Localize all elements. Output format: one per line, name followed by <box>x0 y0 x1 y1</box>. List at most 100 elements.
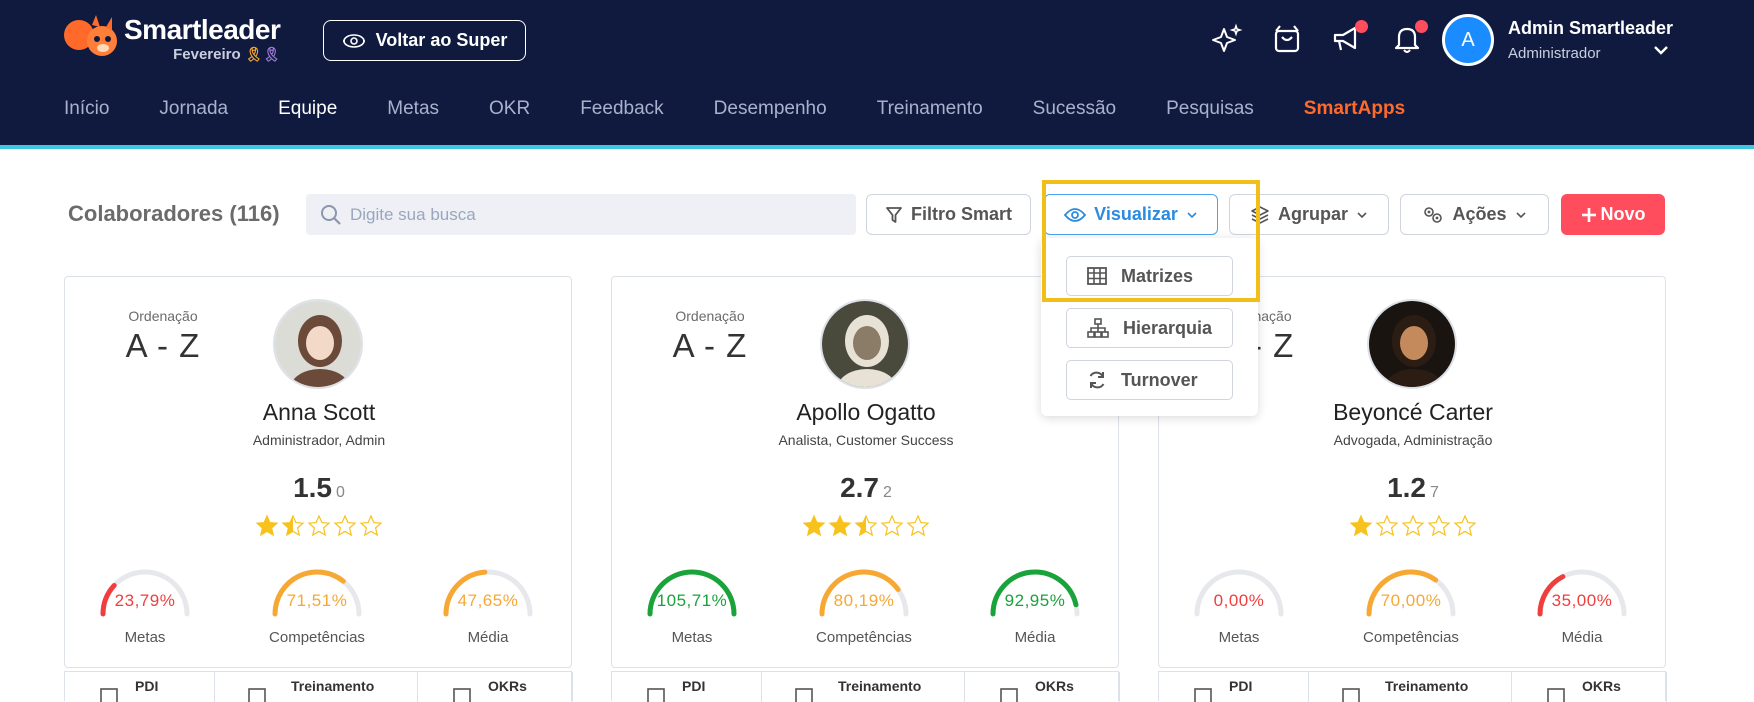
gears-icon <box>1424 206 1443 223</box>
check-square-icon <box>1194 688 1212 702</box>
eye-target-icon <box>342 33 365 48</box>
gauge-value: 23,79% <box>114 591 176 610</box>
sparkles-icon[interactable] <box>1210 22 1244 56</box>
megaphone-icon[interactable] <box>1330 20 1368 56</box>
footer-tab[interactable]: OKRs <box>1512 672 1667 702</box>
gauge-value: 47,65% <box>457 591 519 610</box>
graduation-cap-icon <box>795 688 813 702</box>
nav-treinamento[interactable]: Treinamento <box>877 98 983 120</box>
card-footer-tabs: PDI Treinamento OKRs <box>1158 671 1667 702</box>
footer-tab[interactable]: PDI <box>1159 672 1309 702</box>
star-icon <box>281 514 305 537</box>
nav-pesquisas[interactable]: Pesquisas <box>1166 98 1254 120</box>
gauge-label: Metas <box>124 629 166 646</box>
footer-tab[interactable]: Treinamento <box>1309 672 1512 702</box>
star-icon <box>1453 514 1477 537</box>
menu-item-turnover[interactable]: Turnover <box>1066 360 1233 400</box>
footer-tab-label: PDI <box>135 678 159 694</box>
rating-count: 0 <box>336 484 345 501</box>
chevron-down-icon[interactable] <box>1652 44 1670 56</box>
menu-item-label: Turnover <box>1121 369 1198 390</box>
star-icon <box>1427 514 1451 537</box>
nav-feedback[interactable]: Feedback <box>580 98 663 120</box>
sort-value[interactable]: A - Z <box>670 327 750 365</box>
back-to-super-label: Voltar ao Super <box>375 30 508 50</box>
footer-tab[interactable]: Treinamento <box>215 672 418 702</box>
star-icon <box>880 514 904 537</box>
search-box[interactable] <box>306 194 856 235</box>
collaborator-role: Analista, Customer Success <box>778 432 954 448</box>
nav-smartapps[interactable]: SmartApps <box>1304 98 1405 120</box>
nav-sucessao[interactable]: Sucessão <box>1033 98 1116 120</box>
new-button[interactable]: Novo <box>1561 194 1665 235</box>
actions-button[interactable]: Ações <box>1400 194 1549 235</box>
highlight-box <box>1042 180 1260 302</box>
nav-metas[interactable]: Metas <box>387 98 439 120</box>
group-label: Agrupar <box>1277 204 1348 224</box>
nav-desempenho[interactable]: Desempenho <box>714 98 827 120</box>
gauge-label: Média <box>1561 629 1603 646</box>
footer-tab-label: OKRs <box>1582 678 1621 694</box>
shopping-bag-icon[interactable] <box>1270 22 1304 56</box>
triangle-icon <box>453 688 471 702</box>
avatar[interactable] <box>820 299 910 389</box>
avatar[interactable] <box>273 299 363 389</box>
notification-dot <box>1355 20 1368 33</box>
smart-filter-button[interactable]: Filtro Smart <box>866 194 1031 235</box>
main-nav: Início Jornada Equipe Metas OKR Feedback… <box>64 98 1455 120</box>
back-to-super-button[interactable]: Voltar ao Super <box>323 20 526 61</box>
nav-inicio[interactable]: Início <box>64 98 109 120</box>
sort-label: Ordenação <box>128 308 198 324</box>
footer-tab-label: PDI <box>1229 678 1253 694</box>
brand-name: Smartleader <box>124 14 281 45</box>
gauge-value: 0,00% <box>1213 591 1265 610</box>
star-rating <box>612 511 1120 540</box>
gauge-label: Média <box>467 629 509 646</box>
chevron-down-icon <box>1357 211 1367 218</box>
gauge-value: 35,00% <box>1551 591 1613 610</box>
footer-tab[interactable]: Treinamento <box>762 672 965 702</box>
footer-tab[interactable]: OKRs <box>965 672 1120 702</box>
search-icon <box>321 204 341 225</box>
gauge-label: Competências <box>1363 629 1459 646</box>
new-label: Novo <box>1600 204 1646 224</box>
star-icon <box>1375 514 1399 537</box>
collaborator-name[interactable]: Anna Scott <box>65 399 573 426</box>
star-icon <box>854 514 878 537</box>
card-footer-tabs: PDI Treinamento OKRs <box>611 671 1120 702</box>
nav-okr[interactable]: OKR <box>489 98 530 120</box>
collaborator-role: Administrador, Admin <box>252 432 386 448</box>
nav-jornada[interactable]: Jornada <box>159 98 228 120</box>
graduation-cap-icon <box>1342 688 1360 702</box>
gauge-value: 80,19% <box>833 591 895 610</box>
star-rating <box>65 511 573 540</box>
menu-item-hierarquia[interactable]: Hierarquia <box>1066 308 1233 348</box>
star-rating <box>1159 511 1667 540</box>
sort-value[interactable]: A - Z <box>123 327 203 365</box>
triangle-icon <box>1000 688 1018 702</box>
footer-tab-label: Treinamento <box>1385 678 1469 694</box>
brand-logo[interactable]: Smartleader Fevereiro 🎗︎🎗︎ <box>62 14 281 63</box>
footer-tab-label: OKRs <box>488 678 527 694</box>
footer-tab[interactable]: PDI <box>612 672 762 702</box>
bell-icon[interactable] <box>1390 20 1428 56</box>
star-icon <box>1401 514 1425 537</box>
gauge-value: 105,71% <box>656 591 728 610</box>
search-input[interactable] <box>350 204 830 225</box>
user-menu[interactable]: Admin Smartleader Administrador <box>1508 18 1673 62</box>
rating-score: 1.5 0 <box>65 472 573 504</box>
footer-tab-label: Treinamento <box>291 678 375 694</box>
collaborator-card[interactable]: Ordenação A - Z Anna Scott Administrador, … <box>64 276 572 668</box>
footer-tab[interactable]: PDI <box>65 672 215 702</box>
footer-tab-label: OKRs <box>1035 678 1074 694</box>
org-chart-icon <box>1087 318 1109 338</box>
star-icon <box>333 514 357 537</box>
star-icon <box>255 514 279 537</box>
nav-equipe[interactable]: Equipe <box>278 98 337 120</box>
footer-tab[interactable]: OKRs <box>418 672 573 702</box>
avatar[interactable] <box>1367 299 1457 389</box>
check-square-icon <box>647 688 665 702</box>
star-icon <box>359 514 383 537</box>
star-icon <box>1349 514 1373 537</box>
user-avatar[interactable]: A <box>1442 14 1494 66</box>
